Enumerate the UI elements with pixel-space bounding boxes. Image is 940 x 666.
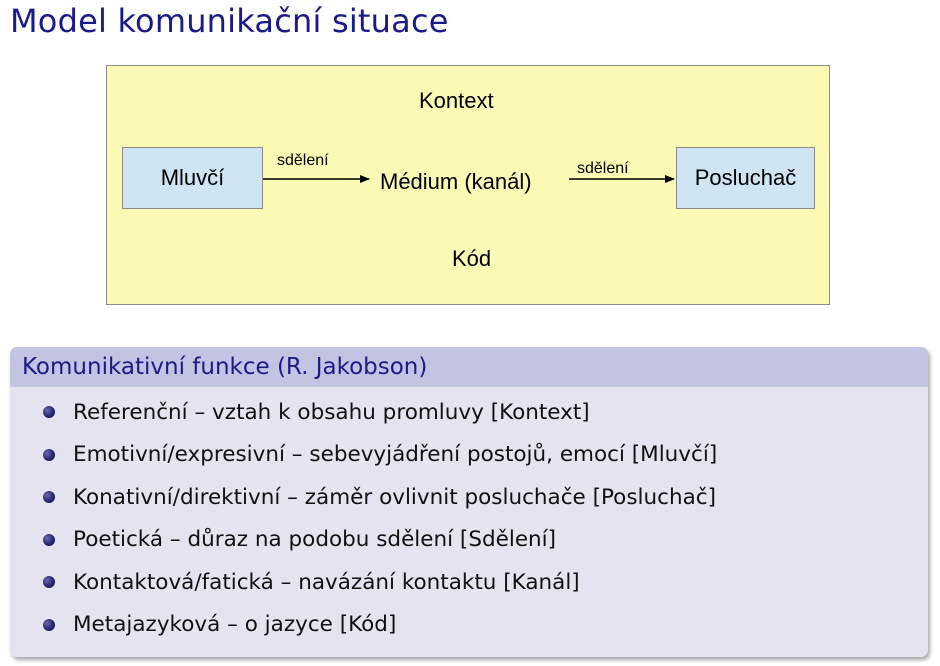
bullet-icon: [43, 533, 55, 546]
block-title: Komunikativní funkce (R. Jakobson): [22, 354, 428, 380]
speaker-box: Mluvčí: [122, 147, 263, 209]
listener-box: Posluchač: [676, 147, 815, 209]
communication-diagram: Kontext Mluvčí sdělení Médium (kanál) sd…: [106, 65, 830, 305]
message-label-right: sdělení: [577, 160, 629, 177]
medium-label: Médium (kanál): [380, 169, 532, 194]
bullet-icon: [43, 406, 55, 419]
bullet-icon: [43, 576, 55, 589]
code-label: Kód: [452, 246, 492, 271]
list-item: Kontaktová/fatická – navázání kontaktu […: [10, 561, 928, 604]
functions-list: Referenční – vztah k obsahu promluvy [Ko…: [10, 387, 928, 646]
functions-block: Komunikativní funkce (R. Jakobson) Refer…: [10, 347, 928, 657]
bullet-icon: [43, 618, 55, 631]
page-title: Model komunikační situace: [10, 2, 449, 40]
list-item: Poetická – důraz na podobu sdělení [Sděl…: [10, 519, 928, 562]
block-header: Komunikativní funkce (R. Jakobson): [10, 347, 928, 387]
context-label: Kontext: [419, 88, 494, 113]
bullet-icon: [43, 491, 55, 504]
list-item: Konativní/direktivní – záměr ovlivnit po…: [10, 476, 928, 519]
bullet-icon: [43, 448, 55, 461]
list-item: Referenční – vztah k obsahu promluvy [Ko…: [10, 391, 928, 434]
message-label-left: sdělení: [277, 152, 329, 169]
speaker-label: Mluvčí: [160, 165, 225, 190]
list-item: Metajazyková – o jazyce [Kód]: [10, 604, 928, 647]
listener-label: Posluchač: [694, 165, 797, 190]
list-item: Emotivní/expresivní – sebevyjádření post…: [10, 434, 928, 477]
